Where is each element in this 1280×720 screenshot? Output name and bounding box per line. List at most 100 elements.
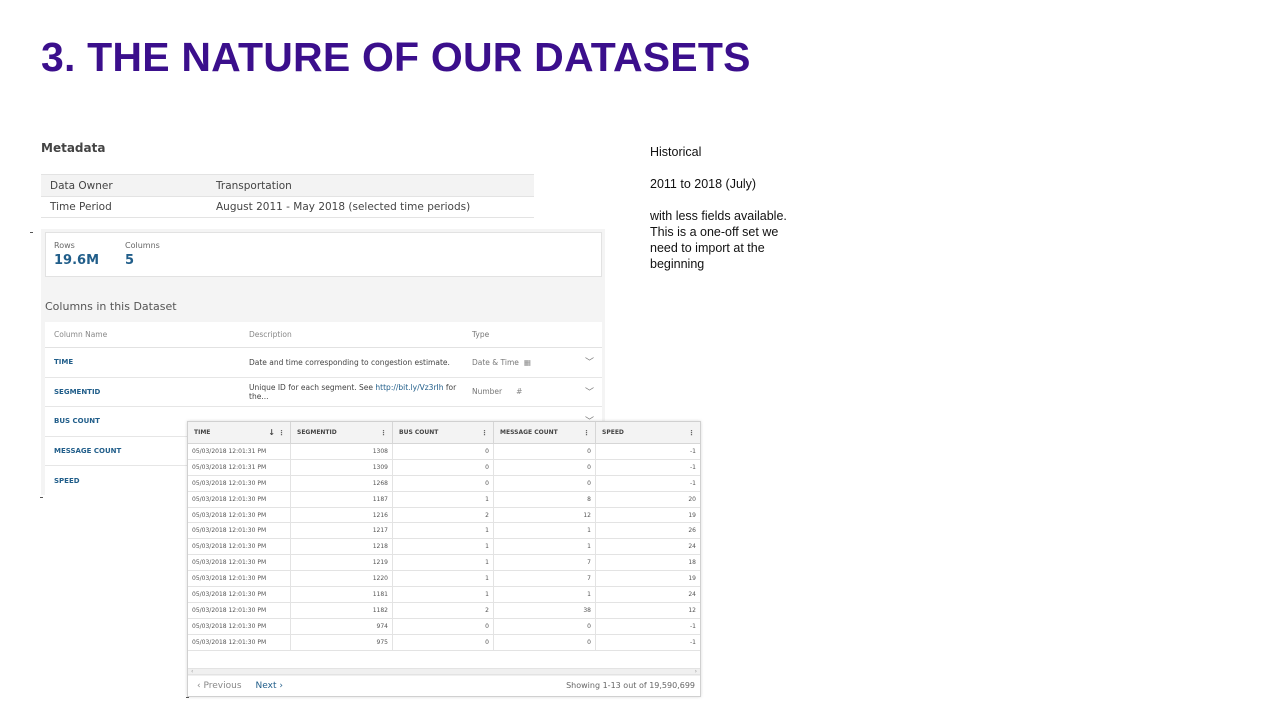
description-header: Description: [249, 330, 292, 339]
table-cell: 12: [494, 507, 596, 523]
slide-title: 3. THE NATURE OF OUR DATASETS: [41, 34, 751, 80]
slide-notes: Historical 2011 to 2018 (July) with less…: [650, 144, 790, 288]
grid-header-label: SEGMENTID: [297, 429, 337, 436]
grid-header-label: BUS COUNT: [399, 429, 439, 436]
column-menu-icon[interactable]: ⋮: [688, 429, 695, 437]
table-cell: 0: [494, 475, 596, 491]
grid-header-bus-count[interactable]: BUS COUNT ⋮: [393, 422, 494, 443]
table-cell: 05/03/2018 12:01:30 PM: [188, 491, 291, 507]
table-row: 05/03/2018 12:01:31 PM 1309 0 0 -1: [188, 459, 700, 476]
table-row: 05/03/2018 12:01:30 PM 1220 1 7 19: [188, 571, 700, 588]
calendar-icon: ▦: [523, 357, 531, 367]
grid-header: TIME ↓ ⋮ SEGMENTID ⋮ BUS COUNT ⋮ MESSAGE COU…: [188, 422, 700, 444]
table-cell: 1216: [291, 507, 393, 523]
table-cell: 1: [393, 555, 494, 571]
description-link[interactable]: http://bit.ly/Vz3rIh: [375, 383, 443, 392]
table-cell: 7: [494, 555, 596, 571]
table-cell: 0: [494, 618, 596, 634]
column-description: Unique ID for each segment. See http://b…: [249, 383, 472, 401]
chevron-down-icon[interactable]: ﹀: [585, 385, 594, 398]
grid-header-label: SPEED: [602, 429, 624, 436]
table-cell: 2: [393, 507, 494, 523]
table-cell: 974: [291, 618, 393, 634]
hash-icon: #: [516, 387, 523, 397]
note-years: 2011 to 2018 (July): [650, 177, 757, 191]
metadata-key: Data Owner: [50, 179, 113, 192]
sort-down-icon[interactable]: ↓: [268, 428, 275, 437]
grid-pagination: ‹ Previous Next › Showing 1-13 out of 19…: [188, 674, 700, 696]
description-text: Unique ID for each segment. See: [249, 382, 376, 392]
table-cell: 975: [291, 634, 393, 650]
table-cell: 8: [494, 491, 596, 507]
next-button[interactable]: Next ›: [256, 681, 283, 691]
grid-header-time[interactable]: TIME ↓ ⋮: [188, 422, 291, 443]
table-cell: 1308: [291, 444, 393, 459]
table-row: 05/03/2018 12:01:30 PM 1218 1 1 24: [188, 539, 700, 556]
column-row-time[interactable]: TIME Date and time corresponding to cong…: [45, 348, 602, 378]
table-cell: 0: [393, 618, 494, 634]
column-menu-icon[interactable]: ⋮: [583, 429, 590, 437]
table-cell: 05/03/2018 12:01:30 PM: [188, 634, 291, 650]
table-row: 05/03/2018 12:01:30 PM 1268 0 0 -1: [188, 475, 700, 492]
metadata-panel: Metadata Data Owner Transportation Time …: [41, 141, 534, 218]
table-cell: 05/03/2018 12:01:31 PM: [188, 444, 291, 459]
rows-stat: Rows 19.6M: [54, 241, 99, 276]
table-cell: 12: [688, 606, 696, 614]
table-cell: 1220: [291, 571, 393, 587]
table-cell: 1309: [291, 459, 393, 475]
table-cell: 0: [494, 444, 596, 459]
table-cell: 1182: [291, 602, 393, 618]
columns-stat: Columns 5: [125, 241, 160, 276]
table-cell: -1: [690, 447, 696, 455]
type-header: Type: [472, 330, 490, 339]
table-cell: 2: [393, 602, 494, 618]
chevron-down-icon[interactable]: ﹀: [585, 355, 594, 368]
table-row: 05/03/2018 12:01:30 PM 1217 1 1 26: [188, 523, 700, 540]
divider-tick: [40, 497, 43, 498]
rows-value: 19.6M: [54, 253, 100, 268]
column-name[interactable]: SEGMENTID: [45, 388, 249, 396]
rows-label: Rows: [54, 241, 75, 250]
note-historical: Historical: [650, 145, 702, 159]
table-cell: 1181: [291, 587, 393, 602]
table-cell: 05/03/2018 12:01:30 PM: [188, 539, 291, 555]
column-name[interactable]: TIME: [45, 358, 249, 366]
table-cell: 05/03/2018 12:01:30 PM: [188, 602, 291, 618]
dataset-stats: Rows 19.6M Columns 5: [45, 232, 602, 277]
table-row: 05/03/2018 12:01:30 PM 1181 1 1 24: [188, 587, 700, 603]
table-cell: 1: [494, 523, 596, 539]
previous-label: Previous: [203, 680, 242, 691]
columns-heading: Columns in this Dataset: [45, 300, 177, 313]
grid-header-message-count[interactable]: MESSAGE COUNT ⋮: [494, 422, 596, 443]
column-name-header: Column Name: [54, 330, 108, 339]
note-description: with less fields available. This is a on…: [650, 209, 787, 271]
showing-count: Showing 1-13 out of 19,590,699: [566, 681, 695, 690]
table-cell: 19: [688, 511, 696, 519]
table-cell: 05/03/2018 12:01:30 PM: [188, 555, 291, 571]
grid-header-segmentid[interactable]: SEGMENTID ⋮: [291, 422, 393, 443]
column-row-segmentid[interactable]: SEGMENTID Unique ID for each segment. Se…: [45, 378, 602, 407]
table-cell: 0: [393, 475, 494, 491]
grid-header-speed[interactable]: SPEED ⋮: [596, 422, 700, 443]
table-cell: 05/03/2018 12:01:30 PM: [188, 523, 291, 539]
column-type: Number #: [472, 387, 572, 396]
table-row: 05/03/2018 12:01:30 PM 1182 2 38 12: [188, 602, 700, 619]
table-cell: -1: [690, 479, 696, 487]
columns-label: Columns: [125, 241, 160, 250]
metadata-heading: Metadata: [41, 141, 106, 155]
previous-button[interactable]: ‹ Previous: [197, 681, 242, 691]
table-cell: 24: [688, 543, 696, 551]
column-menu-icon[interactable]: ⋮: [380, 429, 387, 437]
table-cell: 1268: [291, 475, 393, 491]
column-menu-icon[interactable]: ⋮: [481, 429, 488, 437]
table-cell: 20: [688, 495, 696, 503]
data-grid: TIME ↓ ⋮ SEGMENTID ⋮ BUS COUNT ⋮ MESSAGE COU…: [187, 421, 701, 697]
table-cell: 0: [494, 459, 596, 475]
table-cell: 05/03/2018 12:01:30 PM: [188, 587, 291, 602]
table-row: 05/03/2018 12:01:30 PM 1187 1 8 20: [188, 491, 700, 508]
table-cell: 1217: [291, 523, 393, 539]
table-cell: 38: [494, 602, 596, 618]
column-menu-icon[interactable]: ⋮: [278, 429, 285, 437]
columns-value: 5: [125, 253, 135, 268]
column-description: Date and time corresponding to congestio…: [249, 357, 450, 367]
